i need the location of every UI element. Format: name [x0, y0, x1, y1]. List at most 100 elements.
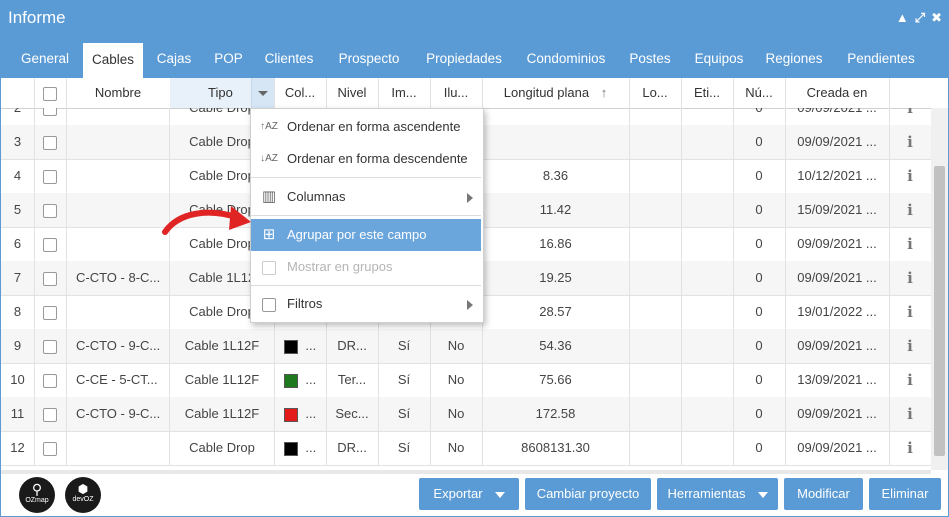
- header-longitud[interactable]: Longitud plana ↑: [482, 78, 630, 108]
- info-icon[interactable]: i: [907, 269, 913, 287]
- columns-icon: ▥: [261, 188, 277, 205]
- cell-num: 12: [1, 431, 35, 465]
- info-button[interactable]: i: [889, 159, 931, 193]
- cell-lo: [629, 193, 682, 227]
- cell-eti: [681, 125, 734, 159]
- delete-button[interactable]: Eliminar: [869, 478, 941, 510]
- info-icon[interactable]: i: [907, 133, 913, 151]
- row-checkbox[interactable]: [43, 407, 57, 422]
- row-checkbox-cell: [34, 261, 67, 295]
- header-color[interactable]: Col...: [274, 78, 327, 108]
- info-button[interactable]: i: [889, 193, 931, 227]
- info-icon[interactable]: i: [907, 405, 913, 423]
- cell-nivel: DR...: [326, 431, 379, 465]
- info-button[interactable]: i: [889, 261, 931, 295]
- cell-tipo: Cable 1L12F: [170, 363, 275, 397]
- tab-propiedades[interactable]: Propiedades: [417, 43, 511, 78]
- cell-numero: 0: [733, 108, 786, 125]
- info-icon[interactable]: i: [907, 439, 913, 457]
- header-eti[interactable]: Eti...: [681, 78, 734, 108]
- info-button[interactable]: i: [889, 108, 931, 125]
- header-select-all[interactable]: [34, 78, 67, 108]
- row-checkbox[interactable]: [43, 135, 57, 150]
- row-checkbox[interactable]: [43, 441, 57, 456]
- row-checkbox[interactable]: [43, 108, 57, 116]
- sort-asc-arrow-icon: ↑: [600, 85, 608, 100]
- row-checkbox[interactable]: [43, 237, 57, 252]
- scrollbar-thumb[interactable]: [934, 166, 945, 456]
- tab-regiones[interactable]: Regiones: [758, 43, 830, 78]
- row-checkbox[interactable]: [43, 203, 57, 218]
- cell-longitud: 75.66: [482, 363, 630, 397]
- tools-button[interactable]: Herramientas: [657, 478, 778, 510]
- tab-clientes[interactable]: Clientes: [257, 43, 321, 78]
- header-ilu[interactable]: Ilu...: [430, 78, 483, 108]
- close-icon[interactable]: ✖: [931, 10, 942, 26]
- cell-eti: [681, 261, 734, 295]
- menu-show-in-groups[interactable]: Mostrar en grupos: [251, 251, 481, 283]
- tab-condominios[interactable]: Condominios: [518, 43, 614, 78]
- cell-color: ...: [274, 431, 327, 465]
- change-project-button[interactable]: Cambiar proyecto: [525, 478, 651, 510]
- tab-cajas[interactable]: Cajas: [149, 43, 199, 78]
- info-icon[interactable]: i: [907, 167, 913, 185]
- row-checkbox[interactable]: [43, 305, 57, 320]
- row-checkbox[interactable]: [43, 373, 57, 388]
- header-tipo[interactable]: Tipo: [170, 78, 275, 108]
- tab-cables[interactable]: Cables: [83, 43, 143, 79]
- row-checkbox[interactable]: [43, 169, 57, 184]
- header-numero[interactable]: Nú...: [733, 78, 786, 108]
- info-button[interactable]: i: [889, 125, 931, 159]
- table-row[interactable]: 10 C-CE - 5-CT... Cable 1L12F ... Ter... Sí N…: [1, 363, 931, 398]
- header-lo[interactable]: Lo...: [629, 78, 682, 108]
- info-button[interactable]: i: [889, 363, 931, 397]
- info-button[interactable]: i: [889, 329, 931, 363]
- info-icon[interactable]: i: [907, 235, 913, 253]
- info-icon[interactable]: i: [907, 303, 913, 321]
- cell-lo: [629, 108, 682, 125]
- tab-equipos[interactable]: Equipos: [685, 43, 753, 78]
- devoz-logo: ⬢ devOZ: [65, 477, 101, 513]
- menu-filters[interactable]: Filtros: [251, 288, 481, 320]
- info-icon[interactable]: i: [907, 108, 913, 117]
- column-menu-button[interactable]: [251, 78, 274, 108]
- row-checkbox-cell: [34, 193, 67, 227]
- maximize-icon[interactable]: ⤢: [915, 10, 925, 26]
- header-im[interactable]: Im...: [378, 78, 431, 108]
- collapse-icon[interactable]: ▲: [896, 10, 909, 26]
- vertical-scrollbar[interactable]: [931, 108, 948, 470]
- cell-nombre: [66, 295, 170, 329]
- menu-columns[interactable]: ▥ Columnas: [251, 181, 481, 213]
- info-icon[interactable]: i: [907, 201, 913, 219]
- modify-button[interactable]: Modificar: [784, 478, 863, 510]
- export-button[interactable]: Exportar: [419, 478, 519, 510]
- info-button[interactable]: i: [889, 295, 931, 329]
- header-creada[interactable]: Creada en: [785, 78, 890, 108]
- menu-group-by-field[interactable]: ⊞ Agrupar por este campo: [251, 219, 481, 251]
- info-button[interactable]: i: [889, 227, 931, 261]
- row-checkbox[interactable]: [43, 339, 57, 354]
- table-row[interactable]: 9 C-CTO - 9-C... Cable 1L12F ... DR... Sí No 5…: [1, 329, 931, 364]
- menu-sort-ascending[interactable]: ↑AZ Ordenar en forma ascendente: [251, 111, 481, 143]
- info-button[interactable]: i: [889, 431, 931, 465]
- cell-color: ...: [274, 363, 327, 397]
- row-checkbox[interactable]: [43, 271, 57, 286]
- tab-postes[interactable]: Postes: [621, 43, 679, 78]
- tab-pendientes[interactable]: Pendientes: [837, 43, 925, 78]
- tab-pop[interactable]: POP: [206, 43, 251, 78]
- info-icon[interactable]: i: [907, 371, 913, 389]
- table-row[interactable]: 12 Cable Drop ... DR... Sí No 8608131.30 0 09/0…: [1, 431, 931, 466]
- tab-prospecto[interactable]: Prospecto: [328, 43, 410, 78]
- header-nivel[interactable]: Nivel: [326, 78, 379, 108]
- info-button[interactable]: i: [889, 397, 931, 431]
- header-nombre[interactable]: Nombre: [66, 78, 171, 108]
- cell-im: Sí: [378, 363, 431, 397]
- menu-sort-descending[interactable]: ↓AZ Ordenar en forma descendente: [251, 143, 481, 175]
- select-all-checkbox[interactable]: [43, 86, 57, 101]
- cell-numero: 0: [733, 295, 786, 329]
- table-row[interactable]: 11 C-CTO - 9-C... Cable 1L12F ... Sec... Sí N…: [1, 397, 931, 432]
- info-icon[interactable]: i: [907, 337, 913, 355]
- footer-bar: ⚲ OZmap ⬢ devOZ Exportar Cambiar proyect…: [1, 474, 948, 516]
- cell-longitud: 19.25: [482, 261, 630, 295]
- tab-general[interactable]: General: [11, 43, 79, 78]
